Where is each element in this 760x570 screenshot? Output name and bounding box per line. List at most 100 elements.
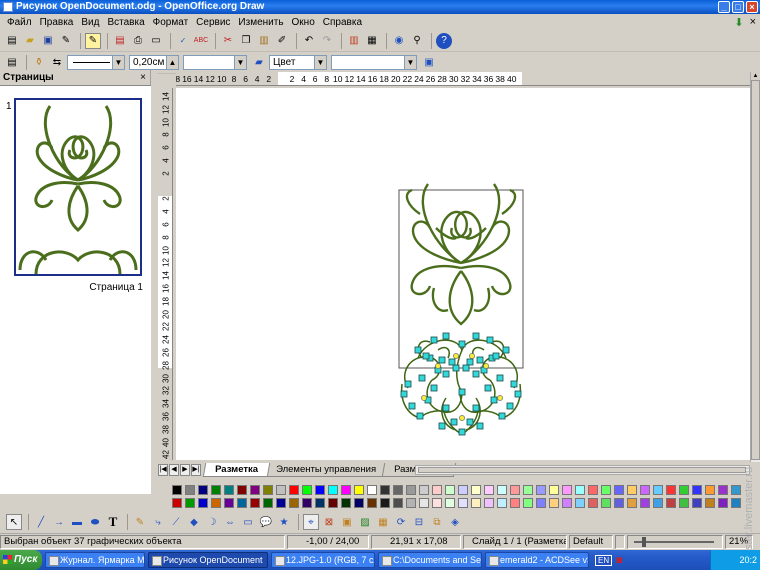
navigator-icon[interactable]: ◉ (391, 33, 407, 49)
edit-icon[interactable]: ✎ (58, 33, 74, 49)
color-swatch[interactable] (679, 485, 689, 495)
color-swatch[interactable] (718, 485, 728, 495)
horizontal-scrollbar[interactable] (415, 465, 750, 475)
menu-edit[interactable]: Правка (36, 17, 78, 28)
selection-handle[interactable] (450, 418, 458, 426)
color-swatch[interactable] (237, 485, 247, 495)
color-swatch[interactable] (692, 485, 702, 495)
color-swatch[interactable] (328, 498, 338, 508)
arrange-icon[interactable]: ⧉ (429, 514, 445, 530)
color-swatch[interactable] (614, 498, 624, 508)
color-swatch[interactable] (666, 485, 676, 495)
color-swatch[interactable] (484, 485, 494, 495)
selection-handle[interactable] (458, 428, 466, 436)
color-swatch[interactable] (445, 498, 455, 508)
selection-handle[interactable] (496, 374, 504, 382)
connector-tool-icon[interactable]: ⤷ (150, 514, 166, 530)
next-tab-icon[interactable]: ▶ (180, 464, 190, 476)
area-icon[interactable]: ▰ (251, 55, 267, 71)
color-swatch[interactable] (315, 498, 325, 508)
ellipse-tool-icon[interactable]: ⬬ (87, 514, 103, 530)
selection-handle[interactable] (514, 390, 522, 398)
menu-format[interactable]: Формат (149, 17, 193, 28)
selection-handle[interactable] (418, 374, 426, 382)
color-swatch[interactable] (315, 485, 325, 495)
color-swatch[interactable] (380, 498, 390, 508)
drawing-canvas[interactable] (176, 88, 750, 460)
menu-window[interactable]: Окно (288, 17, 319, 28)
edit-file-icon[interactable]: ✎ (85, 32, 101, 49)
page-preview-icon[interactable]: ▭ (148, 33, 164, 49)
color-swatch[interactable] (432, 485, 442, 495)
color-swatch[interactable] (198, 485, 208, 495)
color-swatch[interactable] (731, 485, 741, 495)
start-button[interactable]: Пуск (0, 550, 42, 570)
minimize-button[interactable]: _ (718, 1, 730, 13)
close-document-icon[interactable]: × (750, 16, 756, 29)
open-folder-icon[interactable]: ▰ (22, 33, 38, 49)
color-swatch[interactable] (458, 485, 468, 495)
color-swatch[interactable] (341, 485, 351, 495)
rotate-icon[interactable]: ⟳ (393, 514, 409, 530)
prev-tab-icon[interactable]: ◀ (169, 464, 179, 476)
selection-handle[interactable] (484, 384, 492, 392)
extrusion-icon[interactable]: ◈ (447, 514, 463, 530)
glue-point[interactable] (497, 395, 503, 401)
selection-handle[interactable] (472, 404, 480, 412)
selection-handle[interactable] (472, 370, 480, 378)
text-tool-icon[interactable]: T (105, 514, 121, 530)
color-swatch[interactable] (588, 485, 598, 495)
selection-handle[interactable] (442, 370, 450, 378)
selection-handle[interactable] (506, 402, 514, 410)
color-swatch[interactable] (497, 485, 507, 495)
copy-icon[interactable]: ❐ (238, 33, 254, 49)
save-icon[interactable]: ▣ (40, 33, 56, 49)
shadow-icon[interactable]: ▣ (421, 55, 437, 71)
export-pdf-icon[interactable]: ▤ (112, 33, 128, 49)
color-swatch[interactable] (471, 498, 481, 508)
selection-handle[interactable] (400, 390, 408, 398)
color-swatch[interactable] (601, 485, 611, 495)
undo-icon[interactable]: ↶ (301, 33, 317, 49)
glue-point[interactable] (469, 353, 475, 359)
help-icon[interactable]: ? (436, 32, 452, 49)
first-tab-icon[interactable]: |◀ (158, 464, 168, 476)
selection-handle[interactable] (422, 352, 430, 360)
color-swatch[interactable] (562, 498, 572, 508)
autospell-icon[interactable]: ABC (193, 33, 209, 49)
color-swatch[interactable] (653, 498, 663, 508)
chart-icon[interactable]: ▥ (346, 33, 362, 49)
hscroll-thumb[interactable] (418, 467, 746, 473)
color-swatch[interactable] (289, 498, 299, 508)
color-swatch[interactable] (510, 498, 520, 508)
color-swatch[interactable] (302, 485, 312, 495)
color-swatch[interactable] (185, 485, 195, 495)
color-swatch[interactable] (640, 498, 650, 508)
task-draw[interactable]: Рисунок OpenDocument (148, 552, 268, 568)
color-swatch[interactable] (575, 498, 585, 508)
selection-handle[interactable] (442, 332, 450, 340)
color-swatch[interactable] (393, 485, 403, 495)
maximize-button[interactable]: □ (732, 1, 744, 13)
color-swatch[interactable] (666, 498, 676, 508)
color-swatch[interactable] (419, 485, 429, 495)
area-fill-select[interactable]: ▼ (331, 55, 417, 70)
line-icon[interactable]: ⚱ (31, 55, 47, 71)
color-swatch[interactable] (445, 485, 455, 495)
selection-handle[interactable] (438, 356, 446, 364)
selection-handle[interactable] (462, 364, 470, 372)
glue-point[interactable] (435, 363, 441, 369)
color-swatch[interactable] (536, 485, 546, 495)
color-swatch[interactable] (588, 498, 598, 508)
task-gimp-image[interactable]: 12.JPG-1.0 (RGB, 7 слоев) (271, 552, 375, 568)
menu-view[interactable]: Вид (77, 17, 103, 28)
selection-handle[interactable] (452, 364, 460, 372)
color-swatch[interactable] (523, 498, 533, 508)
area-style-select[interactable]: Цвет ▼ (269, 55, 327, 70)
selection-handle[interactable] (502, 346, 510, 354)
zoom-icon[interactable]: ⚲ (409, 33, 425, 49)
stars-icon[interactable]: ★ (276, 514, 292, 530)
color-swatch[interactable] (211, 498, 221, 508)
spellcheck-icon[interactable]: ✓ (175, 33, 191, 49)
style-icon[interactable]: ▤ (4, 55, 20, 71)
